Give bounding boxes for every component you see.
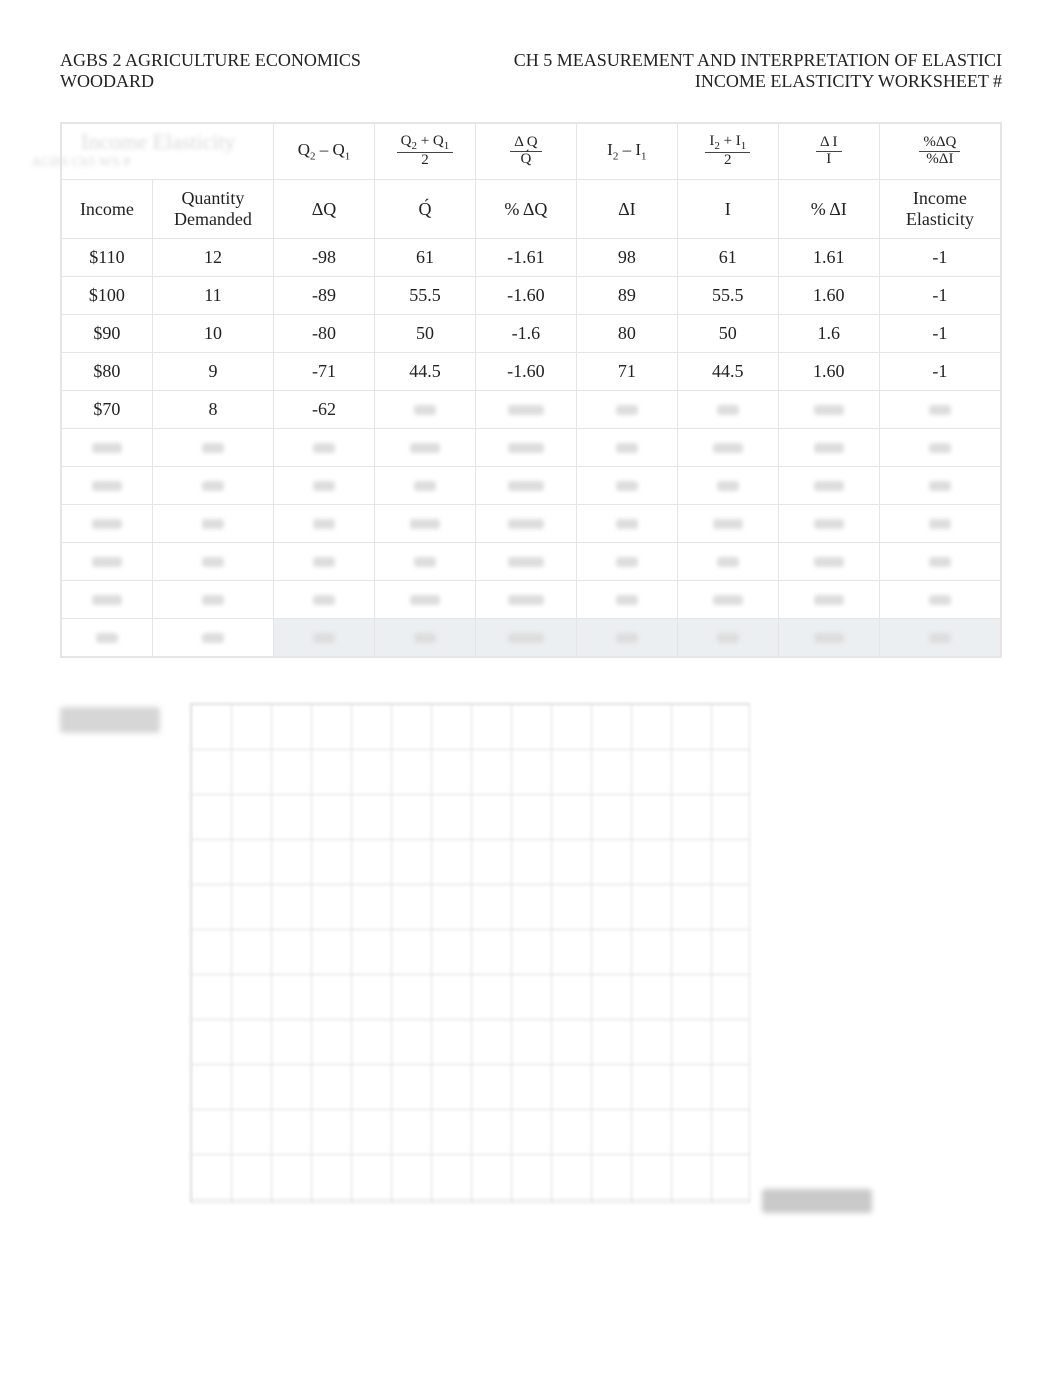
cell-qbar: 44.5 xyxy=(374,353,475,391)
cell-qd: 11 xyxy=(152,277,273,315)
cell-di: 89 xyxy=(576,277,677,315)
header-worksheet: INCOME ELASTICITY WORKSHEET # xyxy=(514,71,1002,92)
cell-pctdq: -1.61 xyxy=(475,239,576,277)
cell-blurred xyxy=(475,391,576,429)
cell-qbar: 61 xyxy=(374,239,475,277)
x-axis-label-blurred xyxy=(762,1189,872,1213)
table-row: $90 10 -80 50 -1.6 80 50 1.6 -1 xyxy=(62,315,1001,353)
cell-elasticity: -1 xyxy=(879,353,1000,391)
column-label-row: Income Quantity Demanded ΔQ Q́ % ΔQ ΔI I… xyxy=(62,180,1001,239)
cell-qd: 12 xyxy=(152,239,273,277)
cell-blurred xyxy=(778,391,879,429)
graph-area xyxy=(60,703,1002,1203)
graph-grid xyxy=(190,703,750,1203)
table-row: $80 9 -71 44.5 -1.60 71 44.5 1.60 -1 xyxy=(62,353,1001,391)
cell-elasticity: -1 xyxy=(879,315,1000,353)
label-income: Income xyxy=(62,180,153,239)
table-row-blurred xyxy=(62,543,1001,581)
cell-ibar: 50 xyxy=(677,315,778,353)
cell-pctdq: -1.60 xyxy=(475,277,576,315)
cell-dq: -89 xyxy=(274,277,375,315)
cell-qd: 10 xyxy=(152,315,273,353)
table-row: $110 12 -98 61 -1.61 98 61 1.61 -1 xyxy=(62,239,1001,277)
cell-blurred xyxy=(374,391,475,429)
cell-pctdi: 1.60 xyxy=(778,353,879,391)
cell-ibar: 61 xyxy=(677,239,778,277)
cell-dq: -62 xyxy=(274,391,375,429)
label-qbar: Q́ xyxy=(374,180,475,239)
table-row-blurred xyxy=(62,467,1001,505)
cell-income: $100 xyxy=(62,277,153,315)
col-formula-qbar: Q2 + Q12 xyxy=(374,124,475,180)
table-row-blurred xyxy=(62,505,1001,543)
cell-income: $70 xyxy=(62,391,153,429)
label-pctdi: % ΔI xyxy=(778,180,879,239)
label-ibar: I xyxy=(677,180,778,239)
formula-header-row: Q2 – Q1 Q2 + Q12 Δ QQ́ I2 – I1 I2 + I12 … xyxy=(62,124,1001,180)
cell-qbar: 50 xyxy=(374,315,475,353)
cell-dq: -80 xyxy=(274,315,375,353)
cell-pctdq: -1.60 xyxy=(475,353,576,391)
cell-blurred xyxy=(879,391,1000,429)
col-formula-di: I2 – I1 xyxy=(576,124,677,180)
cell-qd: 8 xyxy=(152,391,273,429)
y-axis-label-blurred xyxy=(60,707,160,733)
table-row: $70 8 -62 xyxy=(62,391,1001,429)
cell-dq: -98 xyxy=(274,239,375,277)
cell-elasticity: -1 xyxy=(879,277,1000,315)
label-di: ΔI xyxy=(576,180,677,239)
col-formula-pctdq: Δ QQ́ xyxy=(475,124,576,180)
cell-pctdq: -1.6 xyxy=(475,315,576,353)
cell-pctdi: 1.60 xyxy=(778,277,879,315)
cell-di: 98 xyxy=(576,239,677,277)
cell-elasticity: -1 xyxy=(879,239,1000,277)
label-dq: ΔQ xyxy=(274,180,375,239)
cell-income: $80 xyxy=(62,353,153,391)
cell-ibar: 55.5 xyxy=(677,277,778,315)
cell-qbar: 55.5 xyxy=(374,277,475,315)
table-row-blurred xyxy=(62,619,1001,657)
label-quantity-demanded: Quantity Demanded xyxy=(152,180,273,239)
cell-di: 71 xyxy=(576,353,677,391)
label-elasticity: Income Elasticity xyxy=(879,180,1000,239)
table-row-blurred xyxy=(62,429,1001,467)
cell-income: $110 xyxy=(62,239,153,277)
cell-pctdi: 1.6 xyxy=(778,315,879,353)
col-formula-elasticity: %ΔQ%ΔI xyxy=(879,124,1000,180)
label-pctdq: % ΔQ xyxy=(475,180,576,239)
col-formula-ibar: I2 + I12 xyxy=(677,124,778,180)
elasticity-table: Income Elasticity AGBS Ch5 WS # Q2 – Q1 … xyxy=(60,122,1002,658)
col-formula-dq: Q2 – Q1 xyxy=(274,124,375,180)
cell-blurred xyxy=(677,391,778,429)
page-header: AGBS 2 AGRICULTURE ECONOMICS WOODARD CH … xyxy=(60,50,1002,92)
cell-qd: 9 xyxy=(152,353,273,391)
header-course: AGBS 2 AGRICULTURE ECONOMICS xyxy=(60,50,361,71)
header-instructor: WOODARD xyxy=(60,71,361,92)
table-row-blurred xyxy=(62,581,1001,619)
cell-blurred xyxy=(576,391,677,429)
table-row: $100 11 -89 55.5 -1.60 89 55.5 1.60 -1 xyxy=(62,277,1001,315)
cell-pctdi: 1.61 xyxy=(778,239,879,277)
cell-di: 80 xyxy=(576,315,677,353)
cell-ibar: 44.5 xyxy=(677,353,778,391)
header-chapter: CH 5 MEASUREMENT AND INTERPRETATION OF E… xyxy=(514,50,1002,71)
col-formula-pctdi: Δ II xyxy=(778,124,879,180)
cell-income: $90 xyxy=(62,315,153,353)
cell-dq: -71 xyxy=(274,353,375,391)
